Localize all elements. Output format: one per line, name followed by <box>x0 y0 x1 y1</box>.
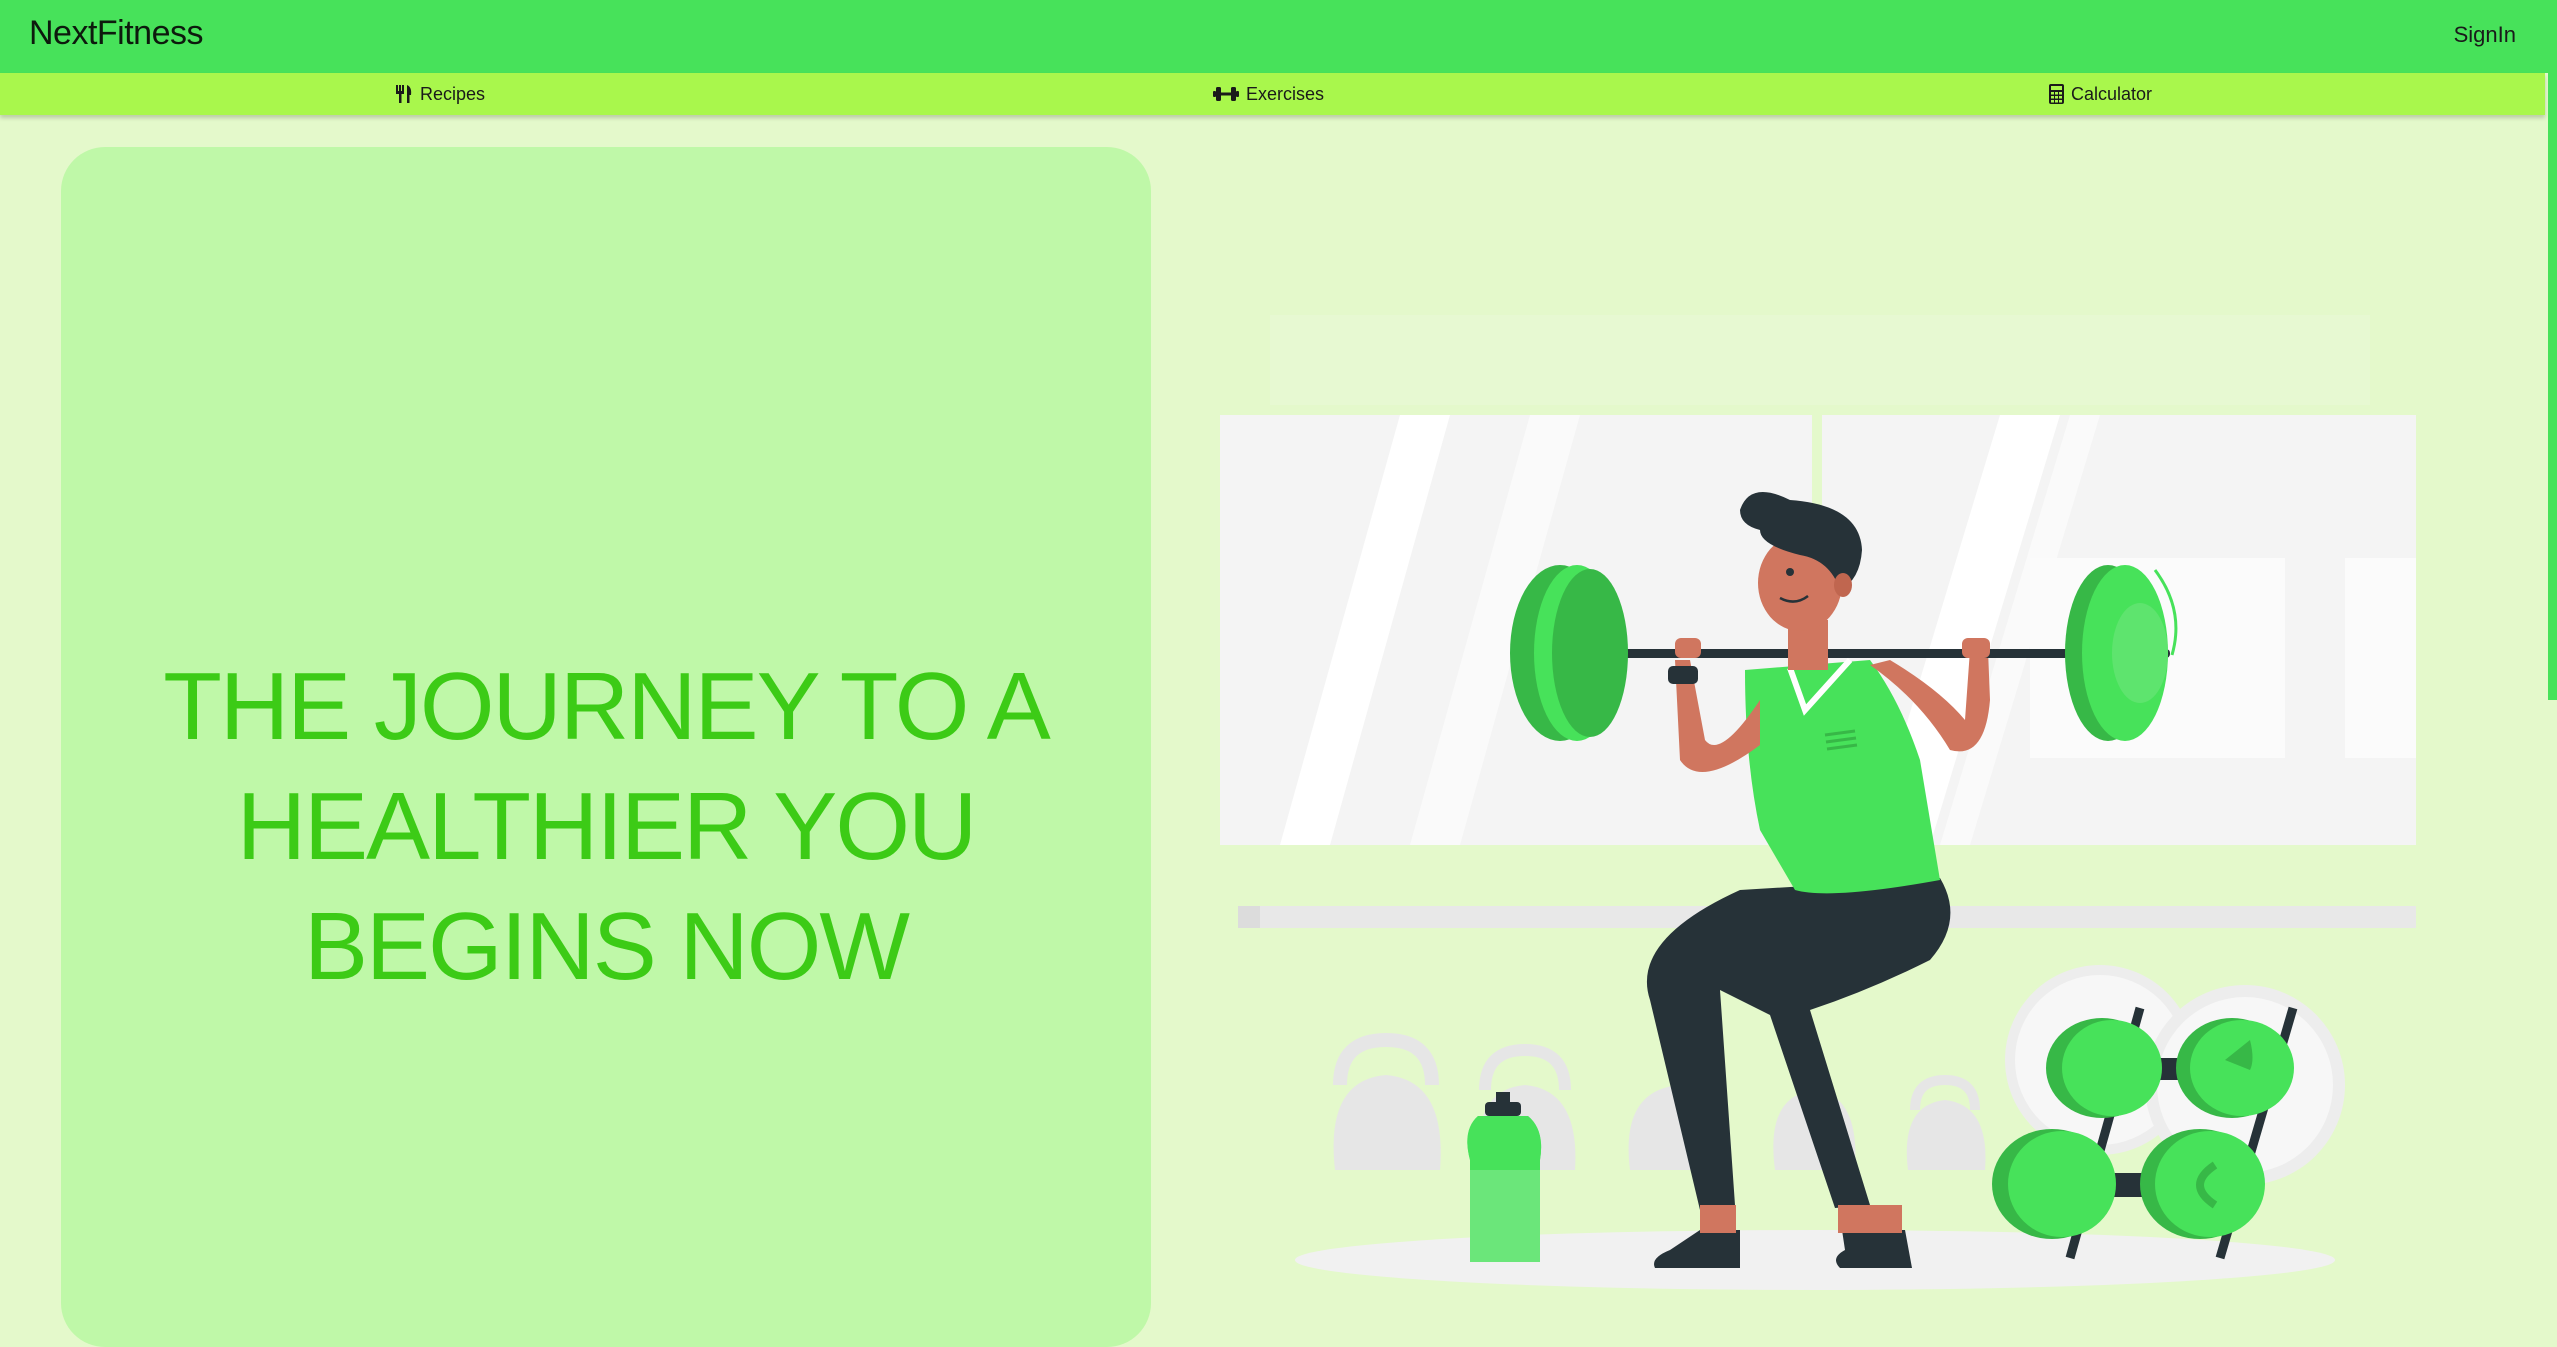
headline-line: THE JOURNEY TO A <box>163 653 1051 760</box>
signin-link[interactable]: SignIn <box>2454 22 2516 48</box>
nav-item-exercises[interactable]: Exercises <box>1213 73 1324 115</box>
utensils-icon <box>396 85 412 103</box>
calculator-icon <box>2049 84 2064 104</box>
scrollbar-thumb[interactable] <box>2548 0 2557 700</box>
hero-headline: THE JOURNEY TO A HEALTHIER YOU BEGINS NO… <box>61 647 1151 1007</box>
nav-bar: Recipes Exercises Calculator <box>0 73 2545 115</box>
nav-item-calculator[interactable]: Calculator <box>2049 73 2152 115</box>
headline-line: HEALTHIER YOU <box>236 773 978 880</box>
nav-label-calculator: Calculator <box>2071 83 2153 104</box>
nav-label-recipes: Recipes <box>420 83 486 104</box>
dumbbell-icon <box>1213 87 1239 101</box>
nav-item-recipes[interactable]: Recipes <box>395 73 485 115</box>
hero-card: THE JOURNEY TO A HEALTHIER YOU BEGINS NO… <box>61 147 1151 1347</box>
top-bar: NextFitness SignIn <box>0 0 2557 73</box>
kettlebells <box>1333 1032 1986 1170</box>
headline-line: BEGINS NOW <box>303 893 910 1000</box>
weightlifter-illustration <box>1220 315 2416 1290</box>
nav-label-exercises: Exercises <box>1246 83 1325 104</box>
brand-logo[interactable]: NextFitness <box>29 14 204 53</box>
